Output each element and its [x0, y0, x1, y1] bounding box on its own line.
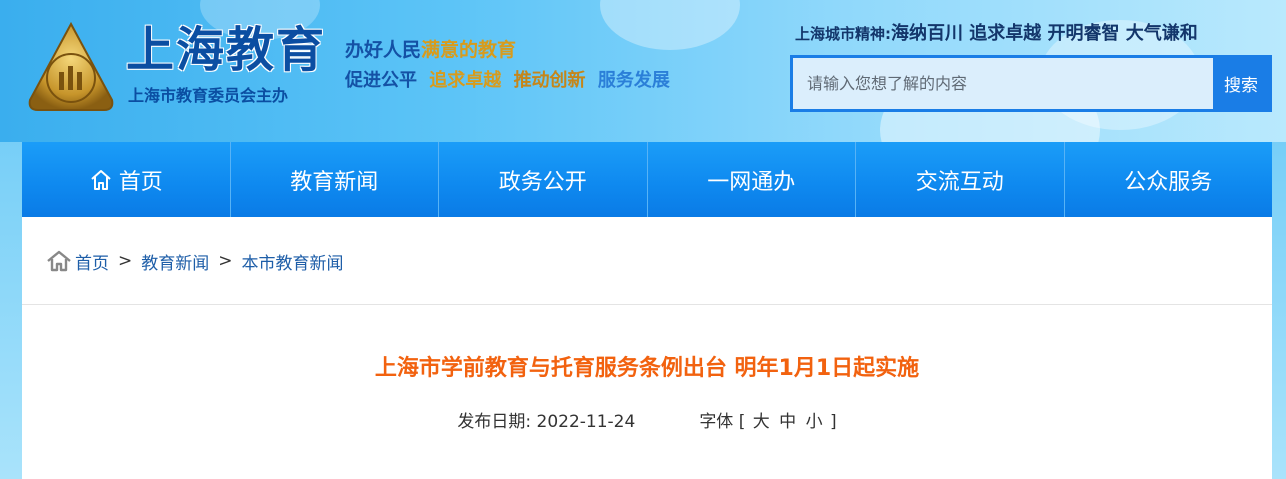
slogan-phrase: 促进公平 — [345, 70, 417, 91]
breadcrumb: 首页 > 教育新闻 > 本市教育新闻 — [46, 248, 344, 274]
nav-item-education-news[interactable]: 教育新闻 — [231, 142, 439, 217]
nav-item-label: 交流互动 — [915, 169, 1004, 195]
search-box: 搜索 — [790, 55, 1272, 112]
main-content: 首页 > 教育新闻 > 本市教育新闻 上海市学前教育与托育服务条例出台 明年1月… — [22, 217, 1272, 479]
breadcrumb-link-education-news[interactable]: 教育新闻 — [141, 249, 209, 274]
font-bracket-open: [ — [738, 412, 746, 432]
slogan-line-2: 促进公平 追求卓越 推动创新 服务发展 — [345, 70, 676, 92]
nav-item-label: 一网通办 — [707, 169, 796, 195]
font-size-small-button[interactable]: 小 — [806, 412, 823, 432]
home-icon — [89, 168, 113, 192]
breadcrumb-link-home[interactable]: 首页 — [75, 249, 109, 274]
slogan-part: 办好人民 — [345, 39, 422, 61]
search-button[interactable]: 搜索 — [1213, 58, 1269, 109]
nav-item-interaction[interactable]: 交流互动 — [856, 142, 1065, 217]
nav-item-label: 政务公开 — [498, 169, 587, 195]
slogan-phrase: 服务发展 — [597, 70, 670, 91]
nav-item-label: 教育新闻 — [290, 169, 379, 195]
font-size-large-button[interactable]: 大 — [753, 412, 770, 432]
breadcrumb-separator: > — [218, 251, 233, 271]
article-meta: 发布日期: 2022-11-24 字体 [ 大 中 小 ] — [22, 407, 1272, 432]
font-bracket-close: ] — [829, 412, 837, 432]
font-size-label: 字体 — [699, 412, 734, 432]
slogan-line-1: 办好人民满意的教育 — [345, 38, 516, 62]
divider — [22, 304, 1272, 305]
main-nav: 首页 教育新闻 政务公开 一网通办 交流互动 公众服务 — [22, 142, 1272, 217]
home-icon — [46, 250, 72, 272]
nav-item-public-services[interactable]: 公众服务 — [1065, 142, 1273, 217]
nav-item-government-affairs[interactable]: 政务公开 — [439, 142, 648, 217]
slogan-phrase: 推动创新 — [513, 70, 586, 91]
shanghai-education-emblem-icon — [28, 22, 114, 111]
nav-item-one-stop-service[interactable]: 一网通办 — [648, 142, 856, 217]
font-size-medium-button[interactable]: 中 — [779, 412, 796, 432]
publish-date-label: 发布日期: — [457, 412, 532, 432]
breadcrumb-link-local-news[interactable]: 本市教育新闻 — [242, 249, 344, 274]
publish-date-value: 2022-11-24 — [536, 412, 636, 432]
city-spirit-text: 海纳百川 追求卓越 开明睿智 大气谦和 — [891, 23, 1198, 44]
site-logo-subtitle: 上海市教育委员会主办 — [128, 86, 289, 105]
breadcrumb-separator: > — [118, 251, 133, 271]
site-header: 上海教育 上海市教育委员会主办 办好人民满意的教育 促进公平 追求卓越 推动创新… — [0, 0, 1286, 142]
slogan-phrase: 追求卓越 — [429, 70, 502, 91]
nav-item-label: 公众服务 — [1124, 169, 1213, 195]
nav-item-home[interactable]: 首页 — [22, 142, 231, 217]
site-logo-title[interactable]: 上海教育 — [126, 24, 326, 76]
city-spirit-label: 上海城市精神: — [795, 25, 891, 43]
city-spirit: 上海城市精神:海纳百川 追求卓越 开明睿智 大气谦和 — [795, 22, 1198, 46]
nav-item-label: 首页 — [118, 169, 163, 195]
font-size-control: 字体 [ 大 中 小 ] — [699, 407, 836, 432]
article-title: 上海市学前教育与托育服务条例出台 明年1月1日起实施 — [374, 356, 920, 381]
search-input[interactable] — [793, 58, 1213, 109]
slogan-part-highlight: 满意的教育 — [421, 39, 517, 61]
decor-petal — [600, 0, 740, 50]
publish-date: 发布日期: 2022-11-24 — [457, 407, 635, 432]
